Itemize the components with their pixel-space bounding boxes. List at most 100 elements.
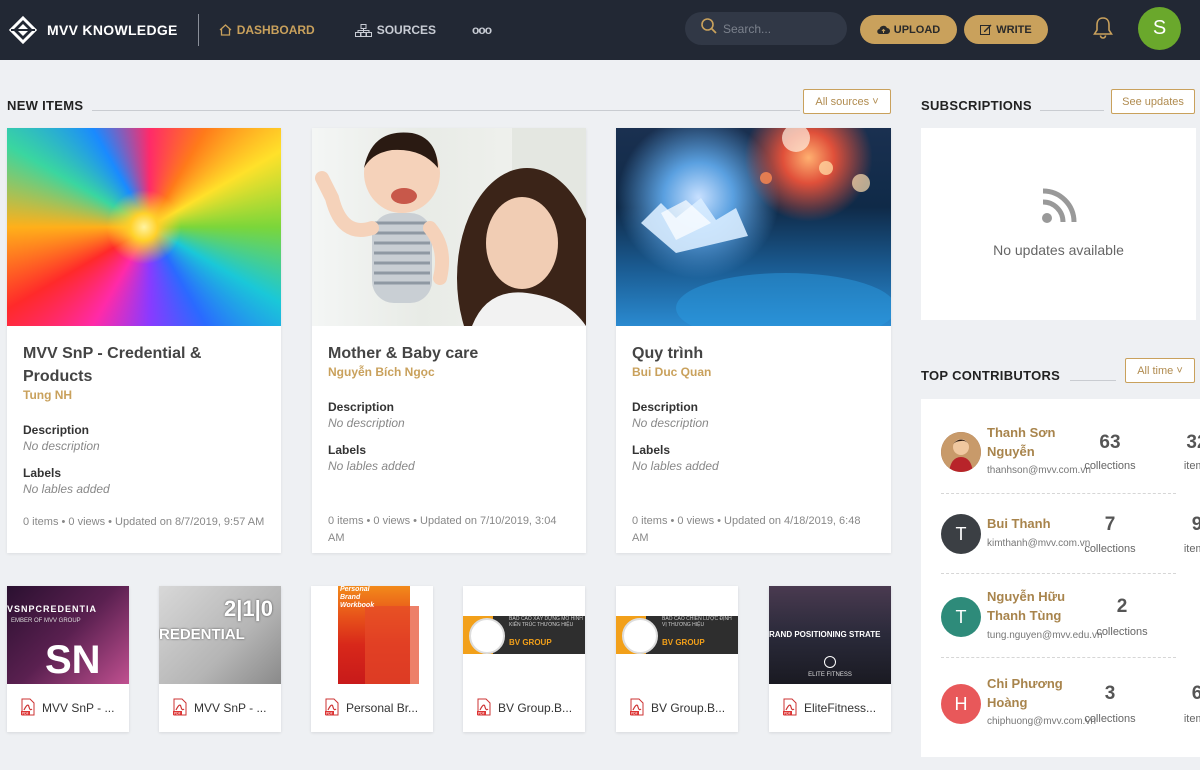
- top-contributors-title: TOP CONTRIBUTORS: [921, 368, 1061, 383]
- item-card[interactable]: Mother & Baby care Nguyễn Bích Ngọc Desc…: [312, 128, 586, 553]
- contributor-avatar[interactable]: H: [941, 684, 981, 724]
- more-menu-button[interactable]: ooo: [472, 23, 492, 37]
- sources-filter-dropdown[interactable]: All sources ˅: [803, 89, 891, 114]
- section-divider: [1070, 380, 1116, 381]
- card-cover-image: [616, 128, 891, 326]
- thumb-brand: BV GROUP: [662, 638, 705, 647]
- description-value: No description: [328, 416, 405, 430]
- item-card[interactable]: Quy trình Bui Duc Quan Description No de…: [616, 128, 891, 553]
- svg-text:PDF: PDF: [784, 711, 791, 715]
- pdf-icon: PDF: [783, 698, 797, 719]
- card-cover-image: [7, 128, 281, 326]
- contributor-row[interactable]: H Chi Phương Hoàng chiphuong@mvv.com.vn …: [941, 666, 1200, 746]
- edit-icon: [980, 24, 992, 35]
- card-meta: 0 items • 0 views • Updated on 7/10/2019…: [328, 515, 557, 544]
- svg-text:PDF: PDF: [631, 711, 638, 715]
- nav-dashboard[interactable]: DASHBOARD: [219, 0, 315, 60]
- home-icon: [219, 24, 232, 36]
- file-card[interactable]: BÁO CÁO CHIẾN LƯỢC ĐỊNH VỊ THƯƠNG HIỆU B…: [616, 586, 738, 732]
- file-thumbnail: BÁO CÁO CHIẾN LƯỢC ĐỊNH VỊ THƯƠNG HIỆU B…: [616, 586, 738, 684]
- items-label: items: [1183, 543, 1200, 555]
- pdf-icon: PDF: [477, 698, 491, 719]
- row-separator: [941, 657, 1176, 658]
- file-card[interactable]: Personal Brand Workbook PDF Personal Br.…: [311, 586, 433, 732]
- contributor-name[interactable]: Thanh Sơn Nguyễn: [987, 423, 1087, 461]
- file-thumbnail: RAND POSITIONING STRATE ELITE FITNESS: [769, 586, 891, 684]
- card-title[interactable]: Quy trình: [632, 342, 875, 365]
- search-input[interactable]: [723, 21, 833, 36]
- labels-value: No lables added: [23, 482, 110, 496]
- file-card[interactable]: RAND POSITIONING STRATE ELITE FITNESS PD…: [769, 586, 891, 732]
- bell-icon[interactable]: [1092, 16, 1114, 45]
- contributor-name[interactable]: Bui Thanh: [987, 514, 1087, 533]
- pdf-icon: PDF: [325, 698, 339, 719]
- file-card[interactable]: BÁO CÁO XÂY DỰNG MÔ HÌNH KIẾN TRÚC THƯƠN…: [463, 586, 585, 732]
- card-author[interactable]: Bui Duc Quan: [632, 365, 875, 380]
- sitemap-icon: [354, 23, 372, 37]
- contributor-row[interactable]: T Nguyễn Hữu Thanh Tùng tung.nguyen@mvv.…: [941, 580, 1200, 660]
- file-name[interactable]: Personal Br...: [346, 701, 418, 715]
- thumb-text: BÁO CÁO XÂY DỰNG MÔ HÌNH KIẾN TRÚC THƯƠN…: [509, 616, 583, 628]
- card-cover-image: [312, 128, 586, 326]
- section-divider: [1040, 110, 1104, 111]
- thumb-big-text: SN: [45, 638, 101, 682]
- rss-icon: [1041, 188, 1077, 229]
- labels-label: Labels: [23, 466, 62, 480]
- file-name[interactable]: MVV SnP - ...: [42, 701, 114, 715]
- divider: [197, 14, 199, 46]
- thumb-text: RAND POSITIONING STRATE: [769, 630, 881, 639]
- upload-button[interactable]: UPLOAD: [860, 15, 957, 44]
- contributor-name[interactable]: Nguyễn Hữu Thanh Tùng: [987, 587, 1087, 625]
- contributor-avatar[interactable]: T: [941, 597, 981, 637]
- empty-message: No updates available: [993, 242, 1124, 258]
- nav-sources-label: SOURCES: [376, 23, 437, 37]
- time-filter-dropdown[interactable]: All time ˅: [1125, 358, 1195, 383]
- write-label: WRITE: [996, 23, 1032, 36]
- contributor-avatar[interactable]: T: [941, 514, 981, 554]
- file-name[interactable]: BV Group.B...: [651, 701, 725, 715]
- app-name: MVV KNOWLEDGE: [47, 22, 178, 38]
- contributor-email: tung.nguyen@mvv.edu.vn: [987, 630, 1103, 641]
- search-box[interactable]: [685, 12, 847, 45]
- items-count: 6: [1191, 683, 1200, 704]
- items-count: 9: [1191, 514, 1200, 535]
- see-updates-button[interactable]: See updates: [1111, 89, 1195, 114]
- user-avatar[interactable]: S: [1138, 7, 1181, 50]
- file-card[interactable]: VSNPCREDENTIA EMBER OF MVV GROUP SN PDF …: [7, 586, 129, 732]
- labels-value: No lables added: [328, 459, 415, 473]
- description-label: Description: [328, 400, 395, 414]
- file-name[interactable]: BV Group.B...: [498, 701, 572, 715]
- nav-sources[interactable]: SOURCES: [354, 0, 437, 60]
- item-card[interactable]: MVV SnP - Credential & Products Tung NH …: [7, 128, 281, 553]
- contributor-name[interactable]: Chi Phương Hoàng: [987, 674, 1087, 712]
- description-value: No description: [23, 439, 100, 453]
- card-author[interactable]: Nguyễn Bích Ngọc: [328, 365, 570, 380]
- collections-count: 3: [1104, 683, 1116, 704]
- thumb-big-text: 2|1|0: [224, 596, 274, 621]
- collections-label: collections: [1084, 713, 1136, 725]
- labels-value: No lables added: [632, 459, 719, 473]
- new-items-title: NEW ITEMS: [7, 98, 84, 113]
- file-name[interactable]: MVV SnP - ...: [194, 701, 266, 715]
- svg-text:PDF: PDF: [174, 711, 181, 715]
- file-thumbnail: BÁO CÁO XÂY DỰNG MÔ HÌNH KIẾN TRÚC THƯƠN…: [463, 586, 585, 684]
- items-count: 32: [1186, 432, 1200, 453]
- cloud-upload-icon: [877, 25, 890, 35]
- card-author[interactable]: Tung NH: [23, 388, 265, 403]
- items-label: items: [1183, 713, 1200, 725]
- card-title[interactable]: MVV SnP - Credential & Products: [23, 342, 265, 388]
- brand[interactable]: MVV KNOWLEDGE: [8, 0, 178, 60]
- labels-label: Labels: [632, 443, 671, 457]
- card-title[interactable]: Mother & Baby care: [328, 342, 570, 365]
- write-button[interactable]: WRITE: [964, 15, 1048, 44]
- contributor-row[interactable]: T Bui Thanh kimthanh@mvv.com.vn 7 collec…: [941, 502, 1200, 582]
- nav-dashboard-label: DASHBOARD: [236, 23, 315, 37]
- collections-label: collections: [1084, 543, 1136, 555]
- pdf-icon: PDF: [21, 698, 35, 719]
- svg-text:PDF: PDF: [326, 711, 333, 715]
- contributor-row[interactable]: Thanh Sơn Nguyễn thanhson@mvv.com.vn 63 …: [941, 418, 1200, 498]
- file-name[interactable]: EliteFitness...: [804, 701, 876, 715]
- file-card[interactable]: REDENTIAL 2|1|0 PDF MVV SnP - ...: [159, 586, 281, 732]
- row-separator: [941, 573, 1176, 574]
- contributor-avatar[interactable]: [941, 432, 981, 472]
